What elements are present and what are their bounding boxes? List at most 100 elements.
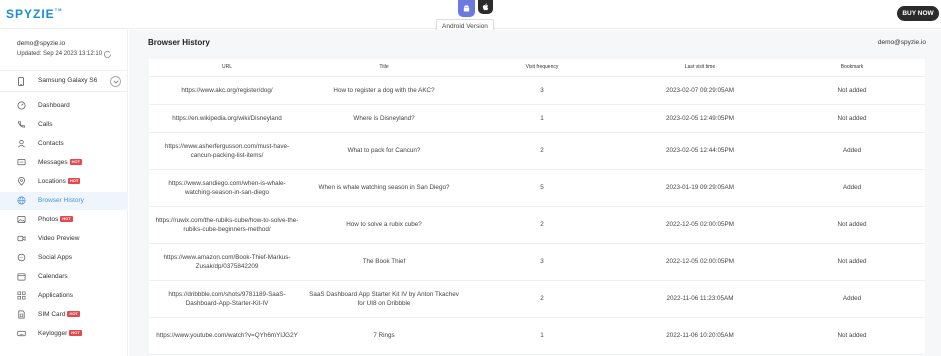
hot-badge: HOT	[67, 178, 81, 184]
sidebar-item-photos[interactable]: Photos HOT	[0, 211, 128, 229]
apps-icon	[17, 291, 26, 300]
table-row: https://dribbble.com/shots/9781189-SaaS-…	[149, 281, 925, 318]
device-selector[interactable]: Samsung Galaxy S6	[0, 70, 128, 92]
cell-url[interactable]: https://en.wikipedia.org/wiki/Disneyland	[149, 105, 305, 132]
table-row: https://ruwix.com/the-rubiks-cube/how-to…	[149, 207, 925, 244]
browser-history-table: URL Title Visit frequency Last visit tim…	[149, 59, 925, 356]
hot-badge: HOT	[69, 330, 82, 336]
cell-bookmark: Not added	[837, 114, 867, 122]
sidebar: demo@spyzie.io Updated: Sep 24 2023 13:1…	[0, 30, 128, 356]
buy-now-button[interactable]: BUY NOW	[897, 6, 939, 21]
sidebar-item-applications[interactable]: Applications	[0, 287, 128, 305]
cell-visit-frequency: 3	[540, 258, 544, 266]
phone-device-icon	[18, 77, 24, 86]
sidebar-item-label: SIM Card HOT	[38, 311, 80, 318]
sidebar-item-label: Locations HOT	[38, 178, 81, 185]
sidebar-item-video-preview[interactable]: Video Preview	[0, 230, 128, 248]
device-name: Samsung Galaxy S6	[38, 77, 98, 84]
cell-url[interactable]: https://dribbble.com/shots/9781189-SaaS-…	[149, 281, 305, 317]
table-row: https://www.asherfergusson.com/must-have…	[149, 133, 925, 170]
calendar-icon	[17, 273, 26, 281]
spyzie-logo[interactable]: SPYZIETM	[6, 7, 62, 21]
sidebar-item-label: Dashboard	[38, 102, 70, 109]
top-bar: SPYZIETM Android Version BUY NOW	[0, 0, 941, 34]
video-icon	[17, 235, 26, 242]
sidebar-item-label: Messages HOT	[38, 159, 83, 166]
cell-visit-frequency: 2	[540, 221, 544, 229]
message-icon	[17, 158, 26, 166]
cell-title: 7 Rings	[373, 332, 395, 340]
header-email: demo@spyzie.io	[877, 39, 926, 46]
cell-url[interactable]: https://www.youtube.com/watch?v=QYh6mYIJ…	[149, 318, 305, 354]
cell-url[interactable]: https://www.asherfergusson.com/must-have…	[149, 133, 305, 169]
cell-last-visit-time: 2022-12-05 02:00:05PM	[666, 258, 734, 266]
cell-title: How to register a dog with the AKC?	[333, 86, 435, 94]
cell-bookmark: Added	[842, 147, 862, 155]
apple-icon	[482, 3, 489, 11]
cell-url[interactable]: https://ruwix.com/the-rubiks-cube/how-to…	[149, 207, 305, 243]
table-row: https://www.akc.org/register/dog/ How to…	[149, 77, 925, 105]
chevron-down-icon[interactable]	[110, 76, 121, 87]
sidebar-item-calendars[interactable]: Calendars	[0, 268, 128, 286]
android-icon	[463, 5, 470, 12]
cell-url[interactable]: https://www.sandiego.com/when-is-whale-w…	[149, 170, 305, 206]
cell-last-visit-time: 2023-01-19 09:29:05AM	[666, 184, 734, 192]
account-email: demo@spyzie.io	[17, 40, 66, 47]
column-header-visit-frequency: Visit frequency	[525, 64, 559, 70]
cell-url[interactable]: https://www.akc.org/register/dog/	[149, 77, 305, 104]
table-row: https://en.wikipedia.org/wiki/Disneyland…	[149, 105, 925, 133]
sidebar-item-label: Social Apps	[38, 254, 72, 261]
cell-title: What to pack for Cancun?	[347, 147, 421, 155]
cell-last-visit-time: 2022-11-06 10:20:05AM	[666, 332, 734, 340]
hot-badge: HOT	[69, 159, 83, 165]
ios-version-tab[interactable]	[478, 0, 493, 14]
sim-card-icon	[18, 310, 25, 319]
cell-visit-frequency: 3	[540, 86, 544, 94]
hot-badge: HOT	[67, 311, 80, 317]
cell-bookmark: Not added	[837, 221, 867, 229]
table-row: https://www.youtube.com/watch?v=QYh6mYIJ…	[149, 318, 925, 355]
refresh-icon[interactable]	[103, 50, 112, 59]
sidebar-item-label: Contacts	[38, 140, 64, 147]
cell-bookmark: Not added	[837, 86, 867, 94]
cell-bookmark: Added	[842, 295, 862, 303]
sidebar-item-browser-history[interactable]: Browser History	[0, 192, 128, 210]
cell-last-visit-time: 2022-12-05 02:00:05PM	[666, 221, 734, 229]
cell-visit-frequency: 1	[540, 332, 544, 340]
cell-visit-frequency: 1	[540, 114, 544, 122]
sidebar-item-calls[interactable]: Calls	[0, 116, 128, 134]
sidebar-item-label: Video Preview	[38, 235, 80, 242]
cell-url[interactable]: https://www.amazon.com/Book-Thief-Markus…	[149, 244, 305, 280]
sidebar-item-messages[interactable]: Messages HOT	[0, 154, 128, 172]
cell-title: The Book Thief	[362, 258, 406, 266]
dashboard-icon	[17, 101, 26, 110]
hot-badge: HOT	[60, 216, 73, 222]
android-version-tab[interactable]	[458, 0, 475, 17]
cell-visit-frequency: 2	[540, 147, 544, 155]
cell-last-visit-time: 2023-02-07 09:29:05AM	[666, 86, 734, 94]
sidebar-item-label: Calls	[38, 121, 53, 128]
cell-title: When is whale watching season in San Die…	[318, 184, 450, 192]
sidebar-item-contacts[interactable]: Contacts	[0, 135, 128, 153]
column-header-title: Title	[379, 64, 389, 70]
column-header-last-visit-time: Last visit time	[684, 64, 716, 70]
sidebar-item-sim-card[interactable]: SIM Card HOT	[0, 306, 128, 324]
sidebar-item-label: Applications	[38, 292, 74, 299]
sidebar-item-social-apps[interactable]: Social Apps	[0, 249, 128, 267]
photo-icon	[17, 215, 26, 224]
sidebar-item-locations[interactable]: Locations HOT	[0, 173, 128, 191]
table-row: https://www.sandiego.com/when-is-whale-w…	[149, 170, 925, 207]
contacts-icon	[18, 139, 25, 148]
cell-bookmark: Not added	[837, 258, 867, 266]
table-header: URL Title Visit frequency Last visit tim…	[149, 59, 925, 77]
sidebar-item-label: Calendars	[38, 273, 68, 280]
phone-icon	[18, 121, 25, 128]
sidebar-item-label: Browser History	[38, 197, 84, 204]
cell-bookmark: Not added	[837, 332, 867, 340]
last-updated: Updated: Sep 24 2023 13:12:10	[17, 51, 103, 57]
column-header-url: URL	[221, 64, 232, 70]
sidebar-item-dashboard[interactable]: Dashboard	[0, 97, 128, 115]
sidebar-item-keylogger[interactable]: Keylogger HOT	[0, 325, 128, 343]
main-content: Browser History demo@spyzie.io URL Title…	[129, 30, 941, 356]
table-row: https://www.amazon.com/Book-Thief-Markus…	[149, 244, 925, 281]
